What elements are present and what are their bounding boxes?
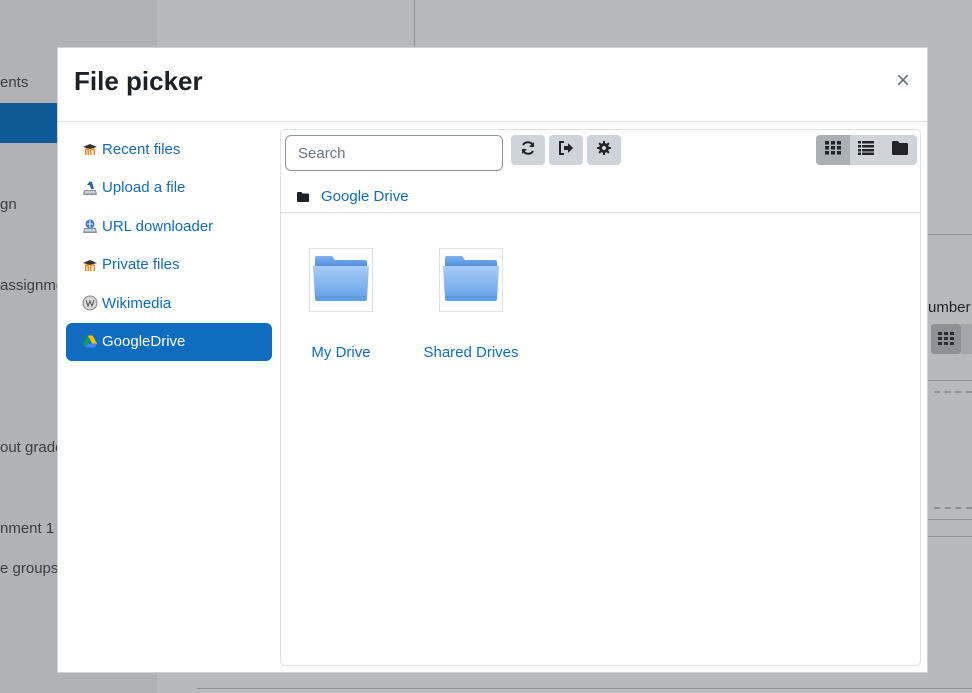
view-mode-selector bbox=[816, 135, 917, 165]
repository-url-downloader[interactable]: URL downloader bbox=[66, 207, 272, 246]
repository-label: Wikimedia bbox=[102, 294, 172, 312]
grid-view-button[interactable] bbox=[816, 135, 850, 165]
repository-label: Private files bbox=[102, 256, 180, 274]
background-dashed-line bbox=[934, 391, 972, 393]
background-text: assignme bbox=[0, 277, 65, 294]
repository-google-drive[interactable]: GoogleDrive bbox=[66, 322, 272, 361]
grid-view-icon bbox=[824, 140, 841, 160]
background-grid-button bbox=[931, 324, 961, 354]
settings-button[interactable] bbox=[587, 135, 621, 165]
background-line bbox=[928, 234, 972, 235]
repository-recent-files[interactable]: Recent files bbox=[66, 130, 272, 169]
repository-label: GoogleDrive bbox=[102, 333, 186, 351]
background-divider bbox=[414, 0, 415, 48]
file-thumbnail bbox=[439, 248, 503, 312]
folder-icon bbox=[442, 254, 500, 307]
file-item-my-drive[interactable]: My Drive bbox=[276, 248, 406, 361]
moodle-icon bbox=[82, 141, 98, 157]
folder-icon bbox=[297, 191, 309, 202]
background-text: nment 1 bbox=[0, 520, 55, 537]
repository-upload-file[interactable]: Upload a file bbox=[66, 169, 272, 208]
close-button[interactable]: × bbox=[889, 67, 917, 95]
file-browser-toolbar: Google Drive bbox=[281, 130, 920, 213]
repository-list: Recent files Upload a file URL downloade… bbox=[66, 130, 272, 361]
upload-icon bbox=[82, 180, 98, 196]
background-line bbox=[928, 519, 972, 520]
list-view-icon bbox=[858, 140, 875, 160]
tree-view-button[interactable] bbox=[883, 135, 917, 165]
file-picker-dialog: File picker × Recent files Upload a file… bbox=[57, 47, 928, 673]
background-text: ents bbox=[0, 74, 29, 91]
search-input[interactable] bbox=[285, 135, 503, 171]
file-thumbnail bbox=[309, 248, 373, 312]
refresh-button[interactable] bbox=[511, 135, 545, 165]
moodle-icon bbox=[82, 257, 98, 273]
background-text: gn bbox=[0, 196, 17, 213]
background-dashed-line bbox=[934, 507, 972, 509]
background-text: out grade bbox=[0, 439, 64, 456]
file-name: Shared Drives bbox=[423, 344, 519, 361]
list-view-button[interactable] bbox=[850, 135, 884, 165]
repository-label: URL downloader bbox=[102, 217, 214, 235]
refresh-icon bbox=[520, 140, 536, 161]
background-button bbox=[961, 324, 972, 354]
logout-button[interactable] bbox=[549, 135, 583, 165]
breadcrumb-google-drive[interactable]: Google Drive bbox=[321, 188, 409, 205]
repository-label: Recent files bbox=[102, 140, 181, 158]
dialog-title: File picker bbox=[74, 66, 203, 96]
background-line bbox=[928, 536, 972, 537]
repository-label: Upload a file bbox=[102, 179, 186, 197]
background-line bbox=[928, 380, 972, 381]
dialog-header: File picker × bbox=[58, 48, 927, 122]
file-browser-panel: Google Drive bbox=[280, 129, 921, 666]
google-drive-icon bbox=[82, 334, 98, 350]
breadcrumb: Google Drive bbox=[297, 188, 409, 205]
url-download-icon bbox=[82, 218, 98, 234]
settings-icon bbox=[596, 140, 612, 161]
repository-wikimedia[interactable]: Wikimedia bbox=[66, 284, 272, 323]
repository-private-files[interactable]: Private files bbox=[66, 246, 272, 285]
background-line bbox=[197, 688, 972, 689]
folder-icon bbox=[312, 254, 370, 307]
file-item-shared-drives[interactable]: Shared Drives bbox=[406, 248, 536, 361]
background-active-item bbox=[0, 103, 57, 143]
folder-view-icon bbox=[891, 140, 908, 160]
wikimedia-icon bbox=[82, 295, 98, 311]
file-name: My Drive bbox=[311, 344, 371, 361]
logout-icon bbox=[558, 140, 574, 161]
background-text: e groups bbox=[0, 560, 59, 577]
background-text: umber bbox=[928, 299, 971, 316]
